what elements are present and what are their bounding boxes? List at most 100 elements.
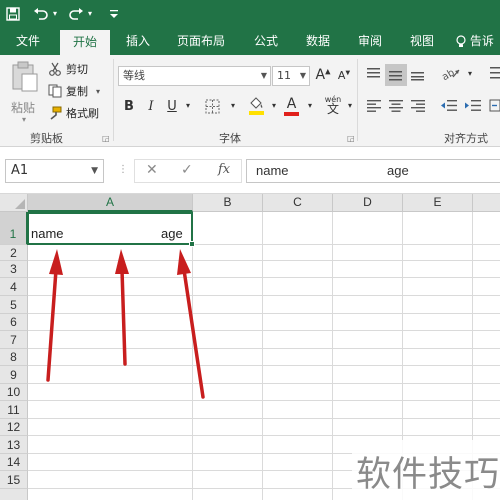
tell-me-box[interactable]: 告诉 bbox=[456, 27, 500, 55]
customize-qat-button[interactable] bbox=[110, 0, 118, 27]
tab-view[interactable]: 视图 bbox=[402, 27, 442, 55]
paste-button[interactable]: 粘贴 ▾ bbox=[8, 61, 42, 125]
chevron-down-icon: ▼ bbox=[299, 71, 306, 80]
align-bottom-button[interactable] bbox=[410, 67, 425, 84]
row-header-1[interactable]: 1 bbox=[0, 212, 28, 245]
undo-dropdown[interactable]: ▾ bbox=[53, 0, 57, 27]
align-left-button[interactable] bbox=[366, 99, 382, 115]
align-left-icon bbox=[367, 100, 381, 112]
column-header-e[interactable]: E bbox=[403, 194, 473, 212]
grid-line bbox=[28, 383, 500, 384]
orientation-button[interactable]: ab bbox=[440, 65, 462, 84]
borders-button[interactable] bbox=[205, 99, 220, 117]
copy-button[interactable]: 复制 ▾ bbox=[48, 83, 100, 99]
insert-function-button[interactable]: fx bbox=[218, 162, 230, 177]
customize-qat-icon bbox=[110, 9, 118, 18]
row-header-4[interactable]: 4 bbox=[0, 278, 28, 296]
merge-center-button[interactable] bbox=[489, 99, 500, 115]
row-header-15[interactable]: 15 bbox=[0, 471, 28, 489]
save-icon bbox=[6, 6, 20, 21]
redo-icon bbox=[69, 7, 83, 20]
tab-review[interactable]: 审阅 bbox=[350, 27, 390, 55]
font-color-dropdown[interactable]: ▾ bbox=[302, 101, 318, 110]
tab-file[interactable]: 文件 bbox=[8, 27, 48, 55]
cut-button[interactable]: 剪切 bbox=[48, 61, 88, 77]
row-header-16[interactable] bbox=[0, 489, 28, 500]
undo-icon bbox=[34, 7, 48, 20]
borders-dropdown[interactable]: ▾ bbox=[225, 101, 241, 110]
svg-text:ab: ab bbox=[440, 67, 456, 81]
row-header-6[interactable]: 6 bbox=[0, 314, 28, 331]
row-header-2[interactable]: 2 bbox=[0, 245, 28, 261]
grid-line bbox=[28, 400, 500, 401]
italic-button[interactable]: I bbox=[143, 99, 159, 114]
formula-bar-grip-icon[interactable]: ⋮ bbox=[118, 164, 128, 175]
fill-color-dropdown[interactable]: ▾ bbox=[266, 101, 282, 110]
tab-insert[interactable]: 插入 bbox=[118, 27, 158, 55]
underline-dropdown[interactable]: ▾ bbox=[180, 101, 196, 110]
clipboard-launcher-icon[interactable]: ◲ bbox=[102, 134, 110, 143]
column-header-c[interactable]: C bbox=[263, 194, 333, 212]
align-center-button[interactable] bbox=[388, 99, 404, 115]
paste-label: 粘贴 bbox=[11, 101, 36, 115]
watermark: 软件技巧 bbox=[352, 440, 500, 500]
grid-line bbox=[262, 212, 263, 500]
column-header-a[interactable]: A bbox=[28, 194, 193, 212]
increase-indent-button[interactable] bbox=[464, 99, 482, 115]
fill-color-button[interactable] bbox=[248, 96, 265, 118]
underline-button[interactable]: U bbox=[164, 99, 180, 114]
format-painter-button[interactable]: 格式刷 bbox=[48, 105, 99, 121]
cancel-formula-button[interactable]: ✕ bbox=[146, 162, 158, 178]
row-header-8[interactable]: 8 bbox=[0, 349, 28, 366]
bold-button[interactable]: B bbox=[121, 99, 137, 114]
redo-button[interactable] bbox=[68, 0, 84, 27]
decrease-font-button[interactable]: A▼ bbox=[336, 69, 352, 82]
select-all-corner[interactable] bbox=[0, 194, 28, 212]
orientation-dropdown[interactable]: ▾ bbox=[462, 69, 478, 78]
row-header-12[interactable]: 12 bbox=[0, 419, 28, 436]
wrap-text-button[interactable] bbox=[489, 65, 500, 84]
row-header-14[interactable]: 14 bbox=[0, 454, 28, 471]
font-launcher-icon[interactable]: ◲ bbox=[347, 134, 355, 143]
formula-input[interactable]: name age bbox=[246, 159, 500, 183]
active-cell-a1[interactable] bbox=[27, 212, 193, 245]
grid-line bbox=[28, 330, 500, 331]
phonetic-button[interactable]: wén 文 bbox=[322, 95, 344, 115]
align-center-icon bbox=[389, 100, 403, 112]
font-group-label: 字体 bbox=[219, 132, 241, 145]
enter-formula-button[interactable]: ✓ bbox=[181, 162, 193, 178]
tab-home[interactable]: 开始 bbox=[60, 30, 110, 55]
font-color-button[interactable]: A bbox=[283, 96, 300, 116]
decrease-indent-button[interactable] bbox=[440, 99, 458, 115]
align-top-button[interactable] bbox=[366, 67, 381, 84]
column-header-d[interactable]: D bbox=[333, 194, 403, 212]
phonetic-dropdown[interactable]: ▾ bbox=[342, 101, 358, 110]
font-size-select[interactable]: 11 ▼ bbox=[272, 66, 310, 86]
tab-page-layout[interactable]: 页面布局 bbox=[168, 27, 234, 55]
increase-font-button[interactable]: A▲ bbox=[315, 67, 331, 83]
row-header-13[interactable]: 13 bbox=[0, 436, 28, 454]
undo-button[interactable] bbox=[33, 0, 49, 27]
grid-line bbox=[28, 295, 500, 296]
redo-dropdown[interactable]: ▾ bbox=[88, 0, 92, 27]
row-header-5[interactable]: 5 bbox=[0, 296, 28, 314]
row-header-7[interactable]: 7 bbox=[0, 331, 28, 349]
row-header-9[interactable]: 9 bbox=[0, 366, 28, 384]
font-name-select[interactable]: 等线 ▼ bbox=[118, 66, 271, 86]
lightbulb-icon bbox=[456, 35, 466, 47]
title-bar: ▾ ▾ bbox=[0, 0, 500, 27]
row-header-10[interactable]: 10 bbox=[0, 384, 28, 401]
row-header-3[interactable]: 3 bbox=[0, 261, 28, 278]
column-header-f[interactable] bbox=[473, 194, 500, 212]
tab-formulas[interactable]: 公式 bbox=[246, 27, 286, 55]
tab-data[interactable]: 数据 bbox=[298, 27, 338, 55]
row-header-11[interactable]: 11 bbox=[0, 401, 28, 419]
format-painter-icon bbox=[50, 106, 62, 120]
align-middle-icon bbox=[389, 71, 402, 81]
name-box[interactable]: A1 ▼ bbox=[5, 159, 104, 183]
column-header-b[interactable]: B bbox=[193, 194, 263, 212]
fill-handle[interactable] bbox=[189, 241, 195, 247]
save-button[interactable] bbox=[6, 0, 20, 27]
align-right-button[interactable] bbox=[410, 99, 426, 115]
align-middle-button[interactable] bbox=[385, 64, 407, 86]
